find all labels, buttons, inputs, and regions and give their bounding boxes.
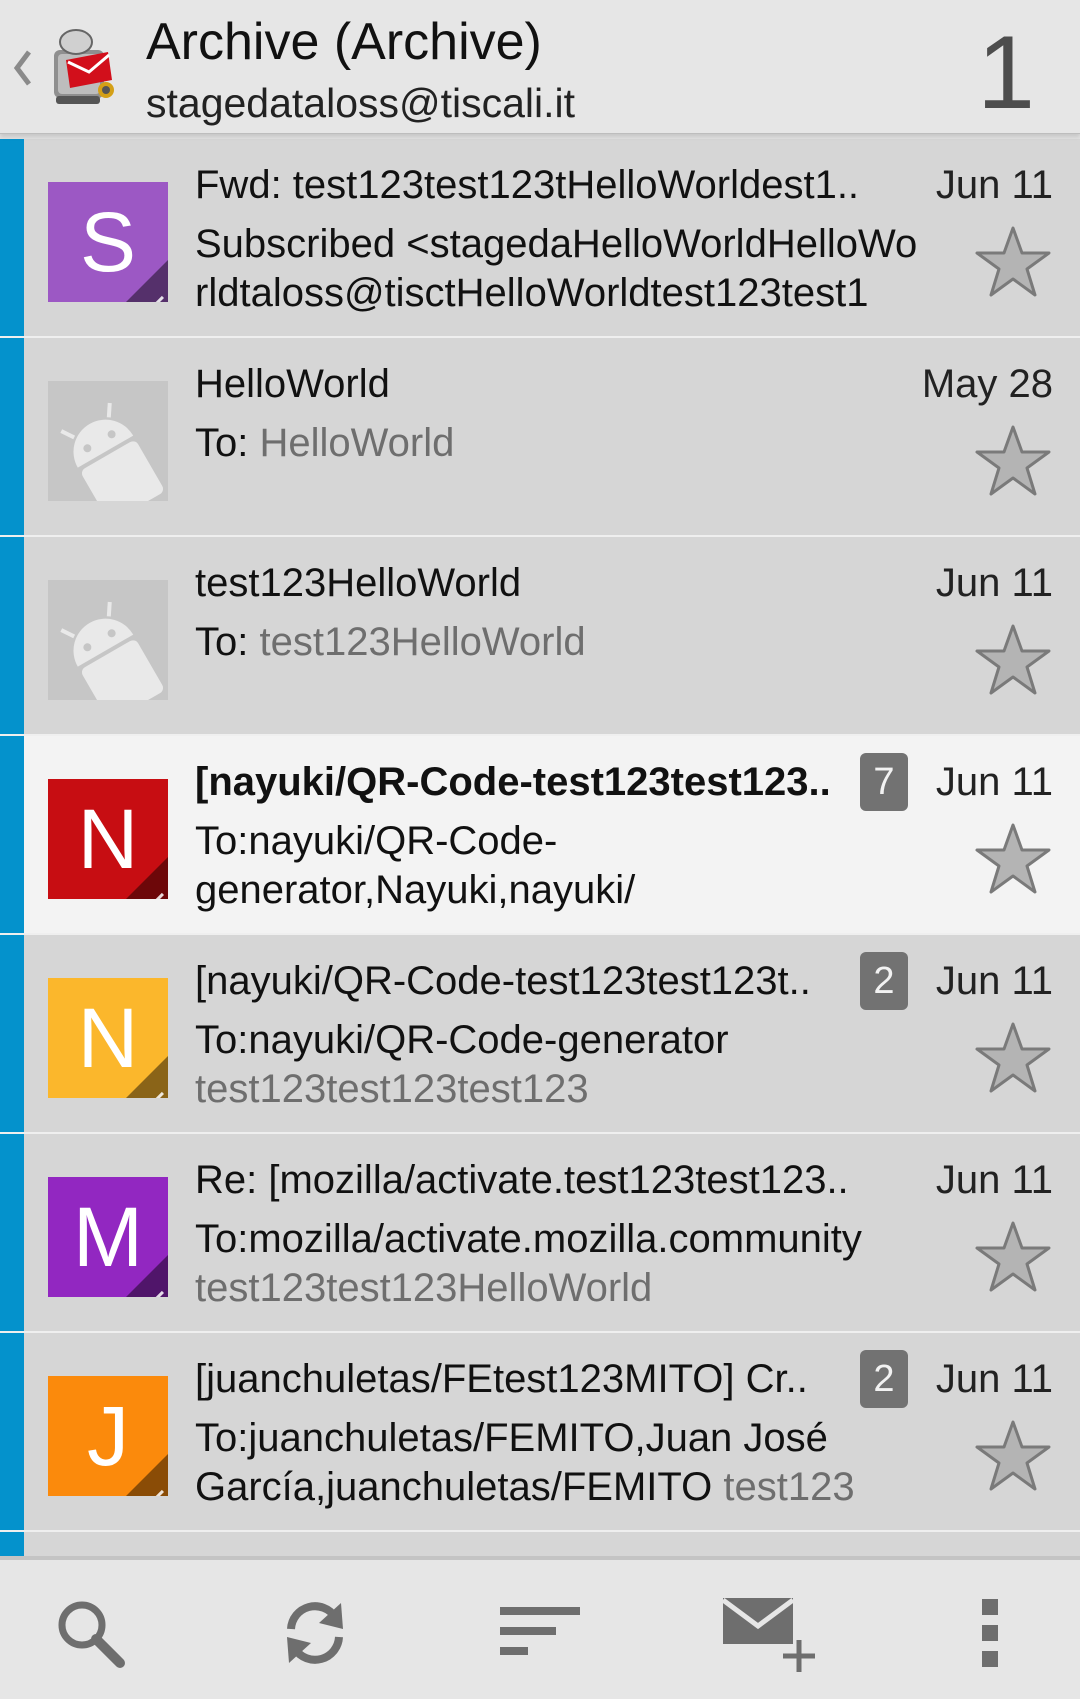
message-date: Jun 11 [935,1158,1053,1202]
message-row[interactable]: J [juanchuletas/FEtest123MITO] Cr.. 2 Ju… [0,1333,1080,1532]
preview-line: rldtaloss@tisctHelloWorldtest123test1 [195,271,869,315]
avatar-letter: J [87,1389,129,1483]
android-placeholder-icon [48,580,168,700]
message-subject: Re: [mozilla/activate.test123test123.. [195,1158,849,1202]
unread-indicator [0,935,24,1132]
message-row[interactable]: N [nayuki/QR-Code-test123test123.. 7 Jun… [0,736,1080,935]
star-icon[interactable] [974,1219,1052,1295]
preview-line: García,juanchuletas/FEMITO [195,1465,713,1509]
unread-indicator [0,1333,24,1530]
chevron-left-icon[interactable] [10,38,36,98]
to-recipient: test123HelloWorld [259,620,586,664]
message-subject: [juanchuletas/FEtest123MITO] Cr.. [195,1357,808,1401]
star-icon[interactable] [974,423,1052,499]
search-icon[interactable] [45,1588,135,1678]
preview-snippet: test123 [712,1465,855,1509]
message-preview: Subscribed <stagedaHelloWorldHelloWo rld… [195,220,955,318]
message-subject: test123HelloWorld [195,561,522,605]
preview-line: To:nayuki/QR-Code- [195,819,558,863]
preview-line: To:juanchuletas/FEMITO,Juan José [195,1416,828,1460]
sort-icon[interactable] [495,1588,585,1678]
contact-avatar[interactable]: M [48,1177,168,1297]
unread-indicator [0,736,24,933]
unread-indicator [0,1134,24,1331]
message-date: Jun 11 [935,1357,1053,1401]
message-date: May 28 [921,362,1053,406]
contact-avatar[interactable]: N [48,978,168,1098]
message-subject: [nayuki/QR-Code-test123test123t.. [195,959,811,1003]
unread-indicator [0,139,24,336]
message-subject: HelloWorld [195,362,390,406]
message-preview: To:nayuki/QR-Code- generator,Nayuki,nayu… [195,817,955,915]
message-date: Jun 11 [935,163,1053,207]
thread-count-badge: 2 [860,952,908,1010]
compose-icon[interactable] [710,1588,820,1678]
message-row[interactable]: S Fwd: test123test123tHelloWorldest1.. J… [0,139,1080,338]
message-preview: To: HelloWorld [195,419,955,468]
thread-count-badge: 2 [860,1350,908,1408]
thread-count-badge: 7 [860,753,908,811]
message-preview: To:mozilla/activate.mozilla.community te… [195,1215,955,1313]
contact-avatar[interactable]: J [48,1376,168,1496]
message-preview: To:juanchuletas/FEMITO,Juan José García,… [195,1414,955,1512]
message-row[interactable]: N [nayuki/QR-Code-test123test123t.. 2 Ju… [0,935,1080,1134]
message-row[interactable]: HelloWorld May 28 To: HelloWorld [0,338,1080,537]
action-bar: Archive (Archive) stagedataloss@tiscali.… [0,0,1080,134]
android-placeholder-icon [48,381,168,501]
message-date: Jun 11 [935,561,1053,605]
message-row[interactable] [0,1532,1080,1559]
preview-line: Subscribed <stagedaHelloWorldHelloWo [195,222,918,266]
folder-title: Archive (Archive) [146,13,542,71]
bottom-toolbar [0,1556,1080,1699]
message-row[interactable]: M Re: [mozilla/activate.test123test123..… [0,1134,1080,1333]
contact-avatar[interactable] [48,381,168,501]
overflow-menu-icon[interactable] [945,1588,1035,1678]
message-subject: Fwd: test123test123tHelloWorldest1.. [195,163,860,207]
star-icon[interactable] [974,1418,1052,1494]
message-list: S Fwd: test123test123tHelloWorldest1.. J… [0,139,1080,1559]
contact-avatar[interactable]: S [48,182,168,302]
message-date: Jun 11 [935,760,1053,804]
unread-indicator [0,338,24,535]
preview-line: test123test123test123 [195,1067,589,1111]
star-icon[interactable] [974,622,1052,698]
unread-count: 1 [977,15,1035,131]
to-label: To: [195,421,260,465]
message-row[interactable]: test123HelloWorld Jun 11 To: test123Hell… [0,537,1080,736]
star-icon[interactable] [974,224,1052,300]
preview-line: To:nayuki/QR-Code-generator [195,1018,729,1062]
contact-avatar[interactable]: N [48,779,168,899]
star-icon[interactable] [974,821,1052,897]
to-label: To: [195,620,260,664]
star-icon[interactable] [974,1020,1052,1096]
account-email: stagedataloss@tiscali.it [146,80,576,126]
preview-line: To:mozilla/activate.mozilla.community [195,1217,862,1261]
message-subject: [nayuki/QR-Code-test123test123.. [195,760,831,804]
message-preview: To: test123HelloWorld [195,618,955,667]
contact-avatar[interactable] [48,580,168,700]
preview-line: test123test123HelloWorld [195,1266,653,1310]
to-recipient: HelloWorld [259,421,455,465]
unread-indicator [0,537,24,734]
message-date: Jun 11 [935,959,1053,1003]
preview-line: generator,Nayuki,nayuki/ [195,868,636,912]
k9-mail-logo[interactable] [46,22,126,108]
message-preview: To:nayuki/QR-Code-generator test123test1… [195,1016,955,1114]
refresh-icon[interactable] [270,1588,360,1678]
unread-indicator [0,1532,24,1559]
